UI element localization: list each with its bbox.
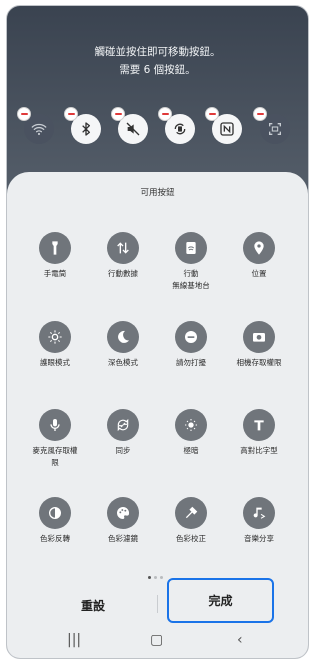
grid-item-label: 色彩校正	[176, 534, 206, 543]
music-share-icon	[243, 497, 275, 529]
grid-item-label: 色彩反轉	[40, 534, 70, 543]
grid-item-extra-dim[interactable]: 極暗	[156, 409, 226, 457]
dark-mode-icon	[107, 321, 139, 353]
page-dot	[160, 576, 163, 579]
grid-item-label: 麥克風存取權 限	[32, 446, 78, 467]
grid-item-hotspot[interactable]: 行動 無線基地台	[156, 232, 226, 292]
active-buttons-row	[7, 107, 308, 154]
remove-icon[interactable]	[158, 107, 172, 121]
page-dot	[148, 576, 151, 579]
grid-item-color-correction[interactable]: 色彩校正	[156, 497, 226, 545]
reset-button[interactable]: 重設	[43, 585, 143, 625]
remove-icon[interactable]	[253, 107, 267, 121]
camera-access-icon	[243, 321, 275, 353]
microphone-access-icon	[39, 409, 71, 441]
grid-item-label: 色彩濾鏡	[108, 534, 138, 543]
grid-item-label: 同步	[115, 446, 131, 455]
wifi-icon	[31, 123, 47, 136]
grid-item-label: 護眼模式	[40, 358, 70, 367]
grid-item-label: 深色模式	[108, 358, 138, 367]
nfc-button[interactable]	[205, 107, 242, 144]
grid-item-sync[interactable]: 同步	[88, 409, 158, 457]
grid-item-label: 相機存取權限	[236, 358, 282, 367]
grid-item-label: 手電筒	[43, 269, 67, 278]
grid-item-location[interactable]: 位置	[224, 232, 294, 280]
screen-capture-button[interactable]	[253, 107, 290, 144]
home-icon[interactable]: ▢	[150, 632, 163, 648]
page-indicator	[148, 576, 163, 579]
remove-icon[interactable]	[64, 107, 78, 121]
remove-icon[interactable]	[205, 107, 219, 121]
mute-icon	[126, 122, 140, 136]
grid-item-label: 位置	[251, 269, 267, 278]
bluetooth-icon	[82, 122, 90, 136]
done-button[interactable]: 完成	[167, 578, 274, 623]
grid-item-label: 行動數據	[108, 269, 138, 278]
remove-icon[interactable]	[17, 107, 31, 121]
eye-comfort-icon	[39, 321, 71, 353]
auto-rotate-icon	[174, 123, 186, 135]
available-buttons-sheet: 可用按鈕 手電筒 行動數據 行動 無線基地台 位置 護眼模式 深色模式 請勿打擾…	[7, 172, 308, 658]
grid-item-music-share[interactable]: 音樂分享	[224, 497, 294, 545]
do-not-disturb-icon	[175, 321, 207, 353]
grid-item-label: 高對比字型	[240, 446, 278, 455]
back-icon[interactable]: ‹	[237, 632, 243, 648]
screen-capture-icon	[269, 123, 281, 135]
high-contrast-font-icon	[243, 409, 275, 441]
extra-dim-icon	[175, 409, 207, 441]
instruction-line-1: 觸碰並按住即可移動按鈕。	[94, 46, 221, 58]
phone-screen: 觸碰並按住即可移動按鈕。 需要 6 個按鈕。 可用按鈕 手電筒 行動數據 行動 …	[6, 5, 309, 659]
nfc-icon	[220, 122, 234, 136]
hotspot-icon	[175, 232, 207, 264]
color-filter-icon	[107, 497, 139, 529]
grid-item-label: 極暗	[183, 446, 199, 455]
grid-item-do-not-disturb[interactable]: 請勿打擾	[156, 321, 226, 369]
grid-item-dark-mode[interactable]: 深色模式	[88, 321, 158, 369]
grid-item-flashlight[interactable]: 手電筒	[20, 232, 90, 280]
location-icon	[243, 232, 275, 264]
mobile-data-icon	[107, 232, 139, 264]
button-divider	[157, 595, 158, 613]
grid-item-color-filter[interactable]: 色彩濾鏡	[88, 497, 158, 545]
grid-item-color-inversion[interactable]: 色彩反轉	[20, 497, 90, 545]
page-dot	[154, 576, 157, 579]
wifi-button[interactable]	[17, 107, 54, 144]
grid-item-label: 音樂分享	[244, 534, 274, 543]
recent-apps-icon[interactable]: |||	[67, 632, 81, 648]
grid-item-label: 行動 無線基地台	[172, 269, 210, 290]
color-correction-icon	[175, 497, 207, 529]
bluetooth-button[interactable]	[64, 107, 101, 144]
grid-item-microphone-access[interactable]: 麥克風存取權 限	[20, 409, 90, 469]
grid-item-high-contrast-font[interactable]: 高對比字型	[224, 409, 294, 457]
color-inversion-icon	[39, 497, 71, 529]
flashlight-icon	[39, 232, 71, 264]
grid-item-camera-access[interactable]: 相機存取權限	[224, 321, 294, 369]
mute-button[interactable]	[111, 107, 148, 144]
grid-item-eye-comfort[interactable]: 護眼模式	[20, 321, 90, 369]
sync-icon	[107, 409, 139, 441]
grid-item-label: 請勿打擾	[176, 358, 206, 367]
remove-icon[interactable]	[111, 107, 125, 121]
instruction-line-2: 需要 6 個按鈕。	[119, 64, 196, 76]
navigation-bar: ||| ▢ ‹	[7, 626, 308, 656]
sheet-title: 可用按鈕	[140, 188, 175, 198]
auto-rotate-button[interactable]	[158, 107, 195, 144]
grid-item-mobile-data[interactable]: 行動數據	[88, 232, 158, 280]
